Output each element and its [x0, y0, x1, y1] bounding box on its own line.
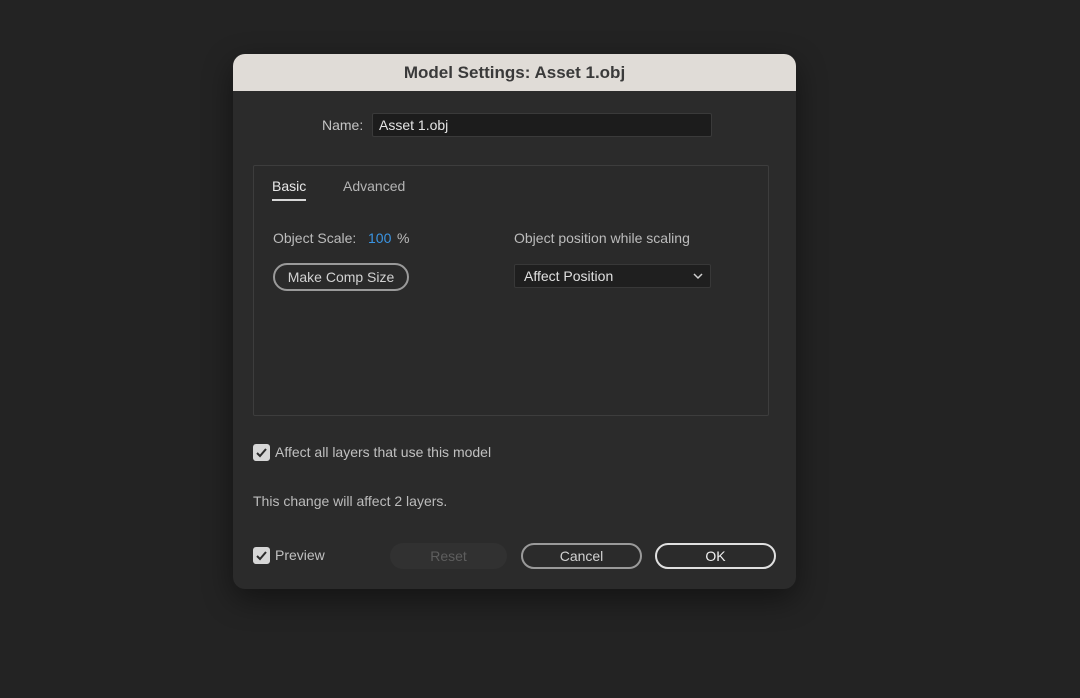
make-comp-size-button[interactable]: Make Comp Size — [273, 263, 409, 291]
preview-label: Preview — [275, 547, 325, 563]
tab-advanced[interactable]: Advanced — [343, 178, 405, 194]
affect-all-layers-checkbox[interactable] — [253, 444, 270, 461]
name-input[interactable] — [372, 113, 712, 137]
object-position-selected: Affect Position — [524, 268, 614, 284]
reset-button[interactable]: Reset — [390, 543, 507, 569]
name-label: Name: — [322, 117, 364, 133]
chevron-down-icon — [693, 265, 703, 287]
ok-button[interactable]: OK — [655, 543, 776, 569]
active-tab-indicator — [272, 199, 306, 201]
model-settings-dialog: Model Settings: Asset 1.obj Name: Basic … — [233, 54, 796, 589]
change-note: This change will affect 2 layers. — [253, 493, 448, 509]
dialog-title: Model Settings: Asset 1.obj — [233, 54, 796, 91]
checkmark-icon — [256, 448, 267, 458]
object-scale-unit: % — [397, 230, 410, 246]
preview-checkbox[interactable] — [253, 547, 270, 564]
cancel-button[interactable]: Cancel — [521, 543, 642, 569]
object-scale-value[interactable]: 100 — [368, 230, 391, 246]
object-scale-label: Object Scale: — [273, 230, 357, 246]
object-position-label: Object position while scaling — [514, 230, 690, 246]
checkmark-icon — [256, 551, 267, 561]
object-position-dropdown[interactable]: Affect Position — [514, 264, 711, 288]
settings-panel: Basic Advanced Object Scale: 100 % Make … — [253, 165, 769, 416]
affect-all-layers-label: Affect all layers that use this model — [275, 444, 492, 460]
tab-basic[interactable]: Basic — [272, 178, 306, 194]
